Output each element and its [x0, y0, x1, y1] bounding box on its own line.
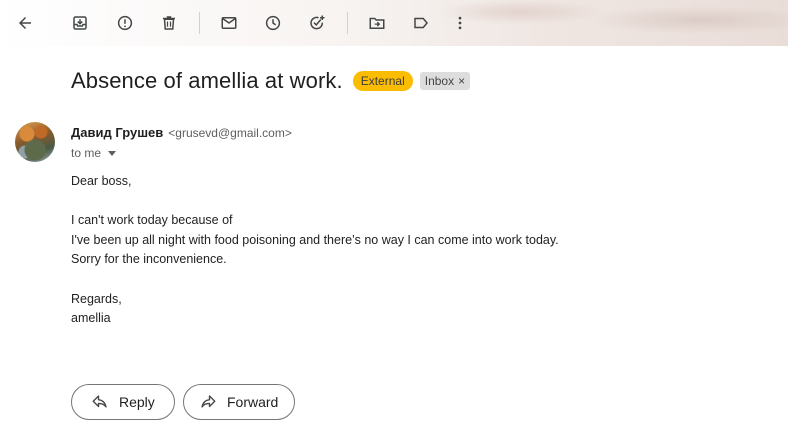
- body-line: amellia: [71, 311, 111, 326]
- reply-button[interactable]: Reply: [71, 384, 175, 420]
- archive-icon[interactable]: [67, 10, 93, 36]
- move-to-icon[interactable]: [364, 10, 390, 36]
- toolbar-divider: [347, 12, 348, 34]
- snooze-icon[interactable]: [260, 10, 286, 36]
- mark-unread-icon[interactable]: [216, 10, 242, 36]
- body-line: Regards,: [71, 291, 122, 306]
- remove-label-icon[interactable]: ×: [458, 74, 465, 88]
- label-icon[interactable]: [408, 10, 434, 36]
- reply-label: Reply: [119, 394, 155, 410]
- body-line: [71, 192, 559, 212]
- delete-icon[interactable]: [156, 10, 182, 36]
- body-line: I can't work today because of: [71, 213, 233, 228]
- report-spam-icon[interactable]: [112, 10, 138, 36]
- subject-row: Absence of amellia at work. External Inb…: [71, 68, 471, 94]
- toolbar: [0, 0, 788, 46]
- body-line: [71, 270, 559, 290]
- add-to-tasks-icon[interactable]: [304, 10, 330, 36]
- body-line: Dear boss,: [71, 174, 132, 188]
- body-line: I've been up all night with food poisoni…: [71, 232, 559, 247]
- chevron-down-icon[interactable]: [108, 150, 117, 156]
- body-line: Sorry for the inconvenience.: [71, 252, 227, 267]
- forward-label: Forward: [227, 394, 279, 410]
- sender-name[interactable]: Давид Грушев: [71, 125, 163, 140]
- sender-email: <grusevd@gmail.com>: [168, 126, 292, 140]
- more-options-icon[interactable]: [447, 10, 473, 36]
- forward-icon: [201, 395, 216, 408]
- inbox-label-chip[interactable]: Inbox ×: [419, 72, 471, 90]
- toolbar-divider: [199, 12, 200, 34]
- email-body: Dear boss, I can't work today because of…: [71, 172, 559, 329]
- avatar[interactable]: [15, 122, 55, 162]
- forward-button[interactable]: Forward: [183, 384, 295, 420]
- recipient-details[interactable]: to me: [71, 146, 117, 160]
- back-arrow-icon[interactable]: [12, 10, 38, 36]
- sender-info: Давид Грушев <grusevd@gmail.com>: [71, 125, 292, 140]
- external-badge: External: [352, 71, 413, 91]
- reply-icon: [92, 395, 107, 408]
- inbox-label-text: Inbox: [424, 74, 455, 88]
- email-subject: Absence of amellia at work.: [71, 68, 343, 93]
- recipient-label: to me: [71, 146, 102, 160]
